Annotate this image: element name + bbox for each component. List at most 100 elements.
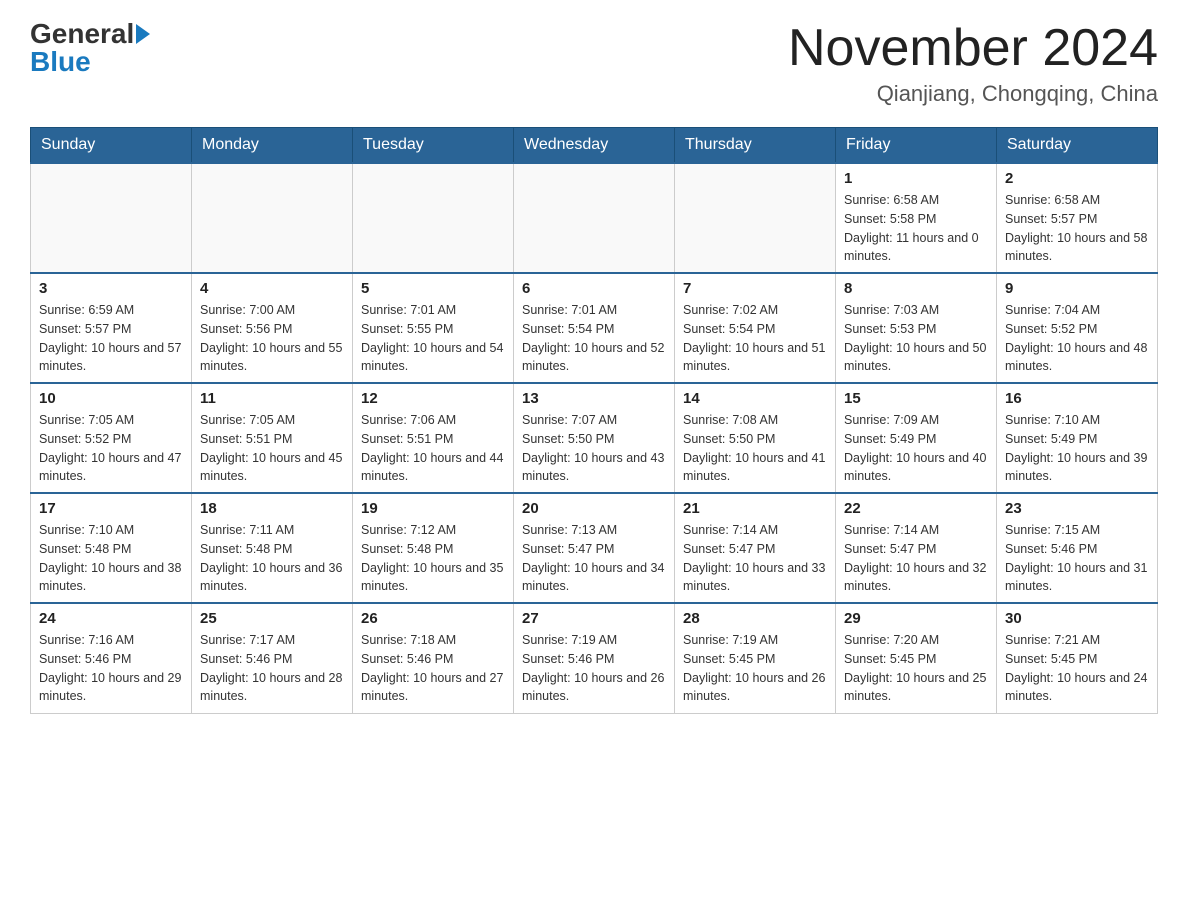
col-header-tuesday: Tuesday: [353, 128, 514, 164]
day-number: 10: [39, 390, 183, 407]
calendar-cell: 29Sunrise: 7:20 AMSunset: 5:45 PMDayligh…: [836, 603, 997, 713]
day-number: 12: [361, 390, 505, 407]
calendar-cell: 11 Sunrise: 7:05 AMSunset: 5:51 PMDayligh…: [192, 383, 353, 493]
day-number: 4: [200, 280, 344, 297]
calendar-week-5: 24 Sunrise: 7:16 AMSunset: 5:46 PMDayligh…: [31, 603, 1158, 713]
col-header-monday: Monday: [192, 128, 353, 164]
calendar-cell: 6 Sunrise: 7:01 AMSunset: 5:54 PMDaylight…: [514, 273, 675, 383]
page-header: General Blue November 2024 Qianjiang, Ch…: [30, 20, 1158, 107]
calendar-cell: 5Sunrise: 7:01 AMSunset: 5:55 PMDaylight…: [353, 273, 514, 383]
day-info: Sunrise: 7:07 AMSunset: 5:50 PMDaylight:…: [522, 411, 666, 486]
day-info: Sunrise: 7:08 AMSunset: 5:50 PMDaylight:…: [683, 411, 827, 486]
col-header-saturday: Saturday: [997, 128, 1158, 164]
calendar-cell: 10 Sunrise: 7:05 AMSunset: 5:52 PMDayligh…: [31, 383, 192, 493]
calendar-cell: 1 Sunrise: 6:58 AMSunset: 5:58 PMDaylight…: [836, 163, 997, 273]
title-block: November 2024 Qianjiang, Chongqing, Chin…: [788, 20, 1158, 107]
calendar-week-3: 10 Sunrise: 7:05 AMSunset: 5:52 PMDayligh…: [31, 383, 1158, 493]
day-info: Sunrise: 7:06 AMSunset: 5:51 PMDaylight:…: [361, 411, 505, 486]
calendar-cell: [192, 163, 353, 273]
day-info: Sunrise: 6:58 AMSunset: 5:58 PMDaylight:…: [844, 191, 988, 266]
day-info: Sunrise: 7:09 AMSunset: 5:49 PMDaylight:…: [844, 411, 988, 486]
calendar-cell: 19Sunrise: 7:12 AMSunset: 5:48 PMDayligh…: [353, 493, 514, 603]
day-info: Sunrise: 7:05 AMSunset: 5:51 PMDaylight:…: [200, 411, 344, 486]
calendar-table: SundayMondayTuesdayWednesdayThursdayFrid…: [30, 127, 1158, 714]
day-info: Sunrise: 7:05 AMSunset: 5:52 PMDaylight:…: [39, 411, 183, 486]
day-info: Sunrise: 7:19 AMSunset: 5:45 PMDaylight:…: [683, 631, 827, 706]
col-header-thursday: Thursday: [675, 128, 836, 164]
day-number: 14: [683, 390, 827, 407]
calendar-cell: 20Sunrise: 7:13 AMSunset: 5:47 PMDayligh…: [514, 493, 675, 603]
day-number: 28: [683, 610, 827, 627]
day-info: Sunrise: 7:00 AMSunset: 5:56 PMDaylight:…: [200, 301, 344, 376]
calendar-cell: 8Sunrise: 7:03 AMSunset: 5:53 PMDaylight…: [836, 273, 997, 383]
day-number: 27: [522, 610, 666, 627]
day-info: Sunrise: 7:16 AMSunset: 5:46 PMDaylight:…: [39, 631, 183, 706]
day-info: Sunrise: 7:14 AMSunset: 5:47 PMDaylight:…: [844, 521, 988, 596]
day-number: 1: [844, 170, 988, 187]
day-info: Sunrise: 7:11 AMSunset: 5:48 PMDaylight:…: [200, 521, 344, 596]
day-info: Sunrise: 7:19 AMSunset: 5:46 PMDaylight:…: [522, 631, 666, 706]
day-number: 13: [522, 390, 666, 407]
calendar-cell: [353, 163, 514, 273]
calendar-cell: 12 Sunrise: 7:06 AMSunset: 5:51 PMDayligh…: [353, 383, 514, 493]
day-number: 11: [200, 390, 344, 407]
day-info: Sunrise: 6:58 AMSunset: 5:57 PMDaylight:…: [1005, 191, 1149, 266]
col-header-sunday: Sunday: [31, 128, 192, 164]
calendar-header-row: SundayMondayTuesdayWednesdayThursdayFrid…: [31, 128, 1158, 164]
day-number: 9: [1005, 280, 1149, 297]
calendar-cell: 15 Sunrise: 7:09 AMSunset: 5:49 PMDayligh…: [836, 383, 997, 493]
calendar-cell: [31, 163, 192, 273]
day-number: 21: [683, 500, 827, 517]
calendar-cell: 28 Sunrise: 7:19 AMSunset: 5:45 PMDayligh…: [675, 603, 836, 713]
col-header-wednesday: Wednesday: [514, 128, 675, 164]
calendar-cell: [675, 163, 836, 273]
day-info: Sunrise: 6:59 AMSunset: 5:57 PMDaylight:…: [39, 301, 183, 376]
calendar-cell: 24 Sunrise: 7:16 AMSunset: 5:46 PMDayligh…: [31, 603, 192, 713]
day-number: 15: [844, 390, 988, 407]
calendar-week-1: 1 Sunrise: 6:58 AMSunset: 5:58 PMDaylight…: [31, 163, 1158, 273]
day-number: 6: [522, 280, 666, 297]
day-info: Sunrise: 7:12 AMSunset: 5:48 PMDaylight:…: [361, 521, 505, 596]
day-number: 25: [200, 610, 344, 627]
calendar-cell: 9 Sunrise: 7:04 AMSunset: 5:52 PMDaylight…: [997, 273, 1158, 383]
day-number: 17: [39, 500, 183, 517]
logo: General Blue: [30, 20, 150, 76]
day-number: 30: [1005, 610, 1149, 627]
calendar-cell: 27 Sunrise: 7:19 AMSunset: 5:46 PMDayligh…: [514, 603, 675, 713]
day-number: 2: [1005, 170, 1149, 187]
day-number: 22: [844, 500, 988, 517]
calendar-cell: 13 Sunrise: 7:07 AMSunset: 5:50 PMDayligh…: [514, 383, 675, 493]
day-info: Sunrise: 7:17 AMSunset: 5:46 PMDaylight:…: [200, 631, 344, 706]
calendar-cell: [514, 163, 675, 273]
day-number: 24: [39, 610, 183, 627]
calendar-cell: 2 Sunrise: 6:58 AMSunset: 5:57 PMDaylight…: [997, 163, 1158, 273]
day-number: 7: [683, 280, 827, 297]
day-info: Sunrise: 7:03 AMSunset: 5:53 PMDaylight:…: [844, 301, 988, 376]
calendar-cell: 25 Sunrise: 7:17 AMSunset: 5:46 PMDayligh…: [192, 603, 353, 713]
day-info: Sunrise: 7:10 AMSunset: 5:48 PMDaylight:…: [39, 521, 183, 596]
day-info: Sunrise: 7:01 AMSunset: 5:54 PMDaylight:…: [522, 301, 666, 376]
calendar-cell: 26 Sunrise: 7:18 AMSunset: 5:46 PMDayligh…: [353, 603, 514, 713]
logo-blue-text: Blue: [30, 48, 91, 76]
day-info: Sunrise: 7:21 AMSunset: 5:45 PMDaylight:…: [1005, 631, 1149, 706]
day-info: Sunrise: 7:10 AMSunset: 5:49 PMDaylight:…: [1005, 411, 1149, 486]
location-text: Qianjiang, Chongqing, China: [788, 81, 1158, 107]
day-info: Sunrise: 7:04 AMSunset: 5:52 PMDaylight:…: [1005, 301, 1149, 376]
day-number: 23: [1005, 500, 1149, 517]
month-title: November 2024: [788, 20, 1158, 77]
calendar-cell: 18 Sunrise: 7:11 AMSunset: 5:48 PMDayligh…: [192, 493, 353, 603]
day-number: 5: [361, 280, 505, 297]
day-info: Sunrise: 7:15 AMSunset: 5:46 PMDaylight:…: [1005, 521, 1149, 596]
logo-triangle-icon: [136, 24, 150, 44]
calendar-cell: 30 Sunrise: 7:21 AMSunset: 5:45 PMDayligh…: [997, 603, 1158, 713]
day-info: Sunrise: 7:18 AMSunset: 5:46 PMDaylight:…: [361, 631, 505, 706]
col-header-friday: Friday: [836, 128, 997, 164]
calendar-week-4: 17 Sunrise: 7:10 AMSunset: 5:48 PMDayligh…: [31, 493, 1158, 603]
calendar-cell: 3Sunrise: 6:59 AMSunset: 5:57 PMDaylight…: [31, 273, 192, 383]
day-number: 20: [522, 500, 666, 517]
day-number: 26: [361, 610, 505, 627]
calendar-cell: 16Sunrise: 7:10 AMSunset: 5:49 PMDayligh…: [997, 383, 1158, 493]
day-number: 18: [200, 500, 344, 517]
calendar-cell: 14 Sunrise: 7:08 AMSunset: 5:50 PMDayligh…: [675, 383, 836, 493]
day-number: 29: [844, 610, 988, 627]
